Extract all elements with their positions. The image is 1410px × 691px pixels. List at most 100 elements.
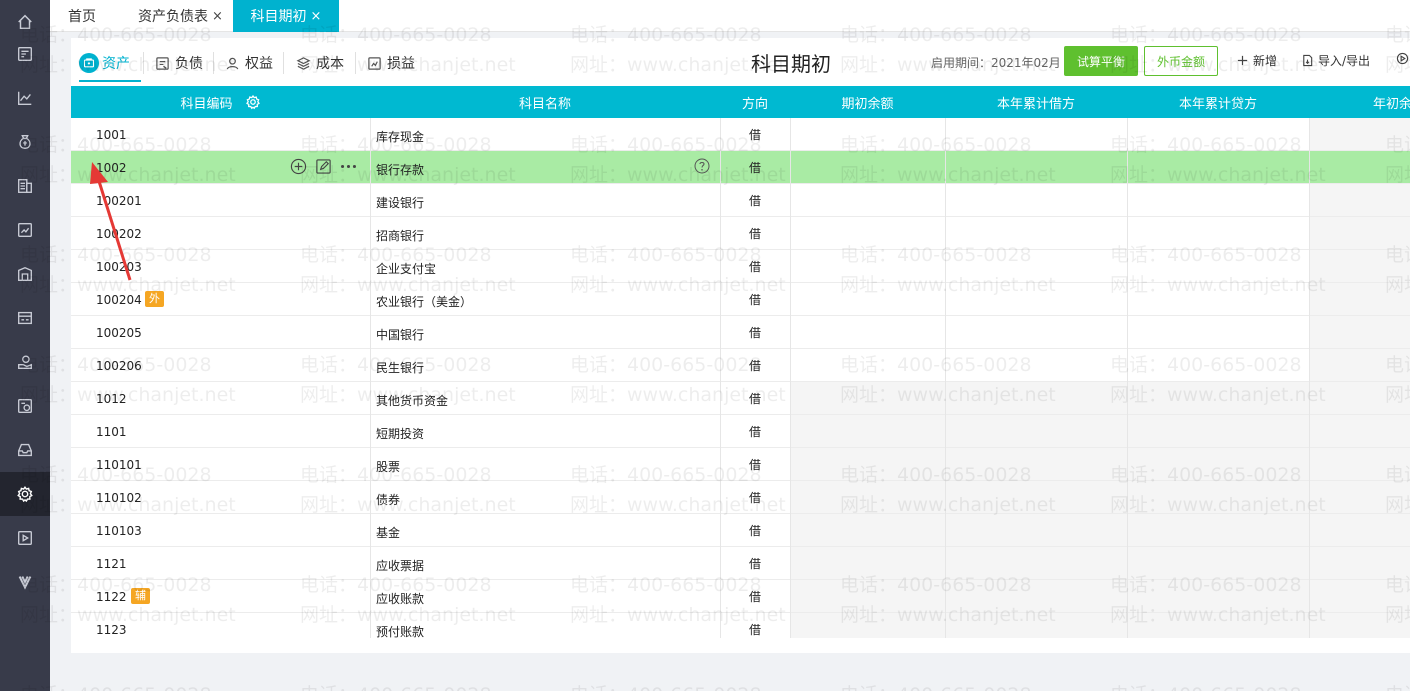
column-divider: [370, 481, 371, 514]
voucher-icon[interactable]: [0, 32, 50, 76]
column-divider: [790, 382, 791, 415]
chart-icon[interactable]: [0, 76, 50, 120]
account-direction[interactable]: 借: [720, 283, 790, 316]
table-row[interactable]: 100202 招商银行 借: [71, 217, 1410, 250]
table-row[interactable]: 110103 基金 借: [71, 514, 1410, 547]
column-header-ytd-credit[interactable]: 本年累计贷方: [1127, 86, 1309, 118]
column-divider: [370, 316, 371, 349]
account-name[interactable]: 民生银行: [376, 351, 424, 384]
column-settings-icon[interactable]: [245, 94, 261, 110]
warehouse-icon[interactable]: [0, 252, 50, 296]
account-name[interactable]: 基金: [376, 516, 400, 549]
add-circle-icon[interactable]: [290, 158, 307, 175]
account-direction[interactable]: 借: [720, 118, 790, 151]
close-icon[interactable]: ×: [212, 9, 223, 24]
account-name[interactable]: 中国银行: [376, 318, 424, 351]
settings-icon[interactable]: [0, 472, 50, 516]
table-row[interactable]: 1101 短期投资 借: [71, 415, 1410, 448]
liability-icon: [156, 56, 169, 70]
tab-balance-sheet[interactable]: 资产负债表 ×: [138, 0, 223, 32]
account-name[interactable]: 农业银行（美金）: [376, 285, 472, 318]
category-tab-assets[interactable]: 资产: [79, 44, 141, 82]
table-row[interactable]: 1122 辅 应收账款 借: [71, 580, 1410, 613]
account-direction[interactable]: 借: [720, 514, 790, 547]
account-direction[interactable]: 借: [720, 316, 790, 349]
account-direction[interactable]: 借: [720, 349, 790, 382]
invoice-icon[interactable]: [0, 296, 50, 340]
account-name[interactable]: 股票: [376, 450, 400, 483]
table-row[interactable]: 100205 中国银行 借: [71, 316, 1410, 349]
account-direction[interactable]: 借: [720, 481, 790, 514]
inbox-icon[interactable]: [0, 428, 50, 472]
money-bag-icon[interactable]: [0, 120, 50, 164]
account-name[interactable]: 企业支付宝: [376, 252, 436, 285]
table-row[interactable]: 1012 其他货币资金 借: [71, 382, 1410, 415]
table-header: 科目编码 科目名称 方向 期初余额 本年累计借方 本年累计贷方 年初余: [71, 86, 1410, 118]
account-direction[interactable]: 借: [720, 415, 790, 448]
account-name[interactable]: 其他货币资金: [376, 384, 448, 417]
table-row[interactable]: 1001 库存现金 借: [71, 118, 1410, 151]
table-row[interactable]: 100203 企业支付宝 借: [71, 250, 1410, 283]
account-direction[interactable]: 借: [720, 250, 790, 283]
column-header-ytd-debit[interactable]: 本年累计借方: [945, 86, 1127, 118]
readonly-cell: [791, 613, 1410, 638]
account-direction[interactable]: 借: [720, 151, 790, 184]
table-row[interactable]: 100201 建设银行 借: [71, 184, 1410, 217]
column-header-direction[interactable]: 方向: [720, 86, 790, 118]
account-name[interactable]: 库存现金: [376, 120, 424, 153]
table-row[interactable]: 110101 股票 借: [71, 448, 1410, 481]
column-header-year-opening[interactable]: 年初余: [1309, 86, 1410, 118]
readonly-cell: [791, 547, 1410, 579]
hand-coin-icon[interactable]: [0, 340, 50, 384]
account-name[interactable]: 预付账款: [376, 615, 424, 638]
table-row[interactable]: 110102 债券 借: [71, 481, 1410, 514]
column-divider: [720, 415, 721, 448]
account-direction[interactable]: 借: [720, 547, 790, 580]
table-row[interactable]: 100206 民生银行 借: [71, 349, 1410, 382]
account-name[interactable]: 应收账款: [376, 582, 424, 615]
add-label: 新增: [1253, 54, 1278, 68]
video-icon[interactable]: [0, 516, 50, 560]
trial-balance-button[interactable]: 试算平衡: [1064, 46, 1138, 76]
account-name[interactable]: 建设银行: [376, 186, 424, 219]
vip-icon[interactable]: [0, 560, 50, 604]
category-tab-liabilities[interactable]: 负债: [155, 44, 203, 82]
account-name[interactable]: 银行存款: [376, 153, 424, 186]
close-icon[interactable]: ×: [311, 9, 322, 24]
tab-home[interactable]: 首页: [68, 0, 96, 32]
account-name[interactable]: 债券: [376, 483, 400, 516]
account-direction[interactable]: 借: [720, 217, 790, 250]
more-tools-button[interactable]: [1396, 52, 1410, 65]
account-code: 100201: [96, 193, 142, 208]
tab-opening-balance[interactable]: 科目期初 ×: [233, 0, 339, 32]
help-icon[interactable]: [694, 158, 710, 174]
account-direction[interactable]: 借: [720, 382, 790, 415]
column-header-opening-balance[interactable]: 期初余额: [790, 86, 945, 118]
table-row[interactable]: 1123 预付账款 借: [71, 613, 1410, 638]
category-tab-equity[interactable]: 权益: [225, 44, 273, 82]
edit-icon[interactable]: [315, 158, 332, 175]
table-row[interactable]: 100204 外 农业银行（美金） 借: [71, 283, 1410, 316]
add-button[interactable]: 新增: [1236, 52, 1277, 69]
account-name[interactable]: 招商银行: [376, 219, 424, 252]
account-direction[interactable]: 借: [720, 613, 790, 638]
table-row[interactable]: 1121 应收票据 借: [71, 547, 1410, 580]
column-header-name[interactable]: 科目名称: [370, 86, 720, 118]
account-direction[interactable]: 借: [720, 448, 790, 481]
account-name[interactable]: 应收票据: [376, 549, 424, 582]
column-divider: [945, 118, 946, 151]
more-icon[interactable]: [340, 158, 357, 175]
category-tab-cost[interactable]: 成本: [296, 44, 344, 82]
account-direction[interactable]: 借: [720, 580, 790, 613]
report-icon[interactable]: [0, 208, 50, 252]
table-row[interactable]: 1002 银行存款 借: [71, 151, 1410, 184]
account-direction[interactable]: 借: [720, 184, 790, 217]
category-tab-profit-loss[interactable]: 损益: [367, 44, 415, 82]
import-export-button[interactable]: 导入/导出: [1301, 52, 1370, 69]
account-name[interactable]: 短期投资: [376, 417, 424, 450]
ledger-icon[interactable]: [0, 164, 50, 208]
column-divider: [945, 547, 946, 580]
foreign-currency-button[interactable]: 外币金额: [1144, 46, 1218, 76]
column-header-code[interactable]: 科目编码: [71, 86, 370, 118]
tax-icon[interactable]: [0, 384, 50, 428]
